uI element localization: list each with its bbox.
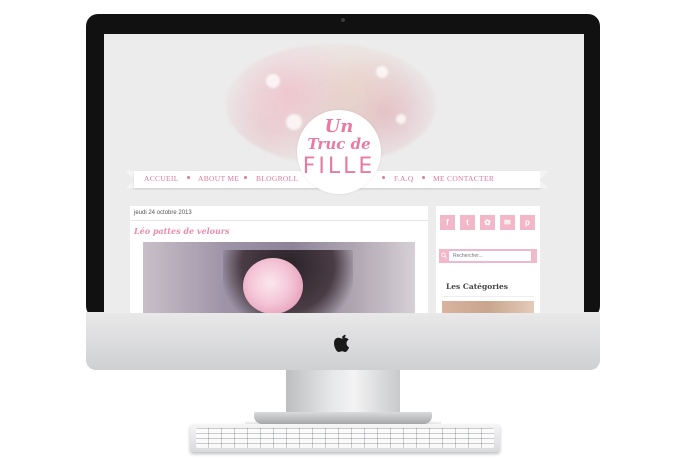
nav-separator: [244, 176, 247, 179]
keyboard-keys: [196, 428, 494, 448]
logo-line-3: FILLE: [302, 154, 376, 179]
facebook-icon[interactable]: f: [440, 215, 455, 230]
category-image[interactable]: [442, 301, 534, 313]
nav-faq[interactable]: F.A.Q: [394, 174, 414, 183]
logo-line-1: Un: [324, 116, 354, 137]
pinterest-icon[interactable]: p: [520, 215, 535, 230]
instagram-icon[interactable]: ✿: [480, 215, 495, 230]
categories-heading: Les Catégories: [446, 282, 508, 291]
nav-separator: [422, 176, 425, 179]
apple-logo-icon: [334, 334, 350, 352]
post-title[interactable]: Léo pattes de velours: [134, 226, 230, 236]
ribbon-tail-right: [540, 171, 548, 188]
categories-divider: [442, 296, 534, 297]
search-bar: [439, 249, 537, 263]
search-input[interactable]: [449, 251, 531, 261]
nav-me-contacter[interactable]: ME CONTACTER: [433, 174, 494, 183]
post-date: jeudi 24 octobre 2013: [134, 210, 192, 216]
post-image[interactable]: [143, 242, 415, 313]
camera-icon: [341, 18, 345, 22]
nav-separator: [187, 176, 190, 179]
screen: ACCUEIL ABOUT ME BLOGROLL F.A.Q ME CONTA…: [104, 34, 584, 313]
site-logo[interactable]: Un Truc de FILLE: [297, 110, 381, 194]
blossom-decoration: [266, 74, 280, 88]
post-image-rose: [243, 258, 303, 313]
email-icon[interactable]: ✉: [500, 215, 515, 230]
twitter-icon[interactable]: t: [460, 215, 475, 230]
monitor-stand: [286, 370, 400, 416]
search-icon[interactable]: [441, 252, 447, 260]
keyboard: [190, 424, 500, 452]
nav-about-me[interactable]: ABOUT ME: [198, 174, 239, 183]
blossom-decoration: [376, 66, 388, 78]
post-divider: [130, 220, 428, 221]
monitor-foot: [254, 412, 432, 424]
nav-accueil[interactable]: ACCUEIL: [144, 174, 179, 183]
ribbon-tail-left: [126, 171, 134, 188]
nav-separator: [382, 176, 385, 179]
logo-line-2: Truc de: [307, 135, 371, 153]
blossom-decoration: [396, 114, 406, 124]
nav-blogroll[interactable]: BLOGROLL: [256, 174, 298, 183]
